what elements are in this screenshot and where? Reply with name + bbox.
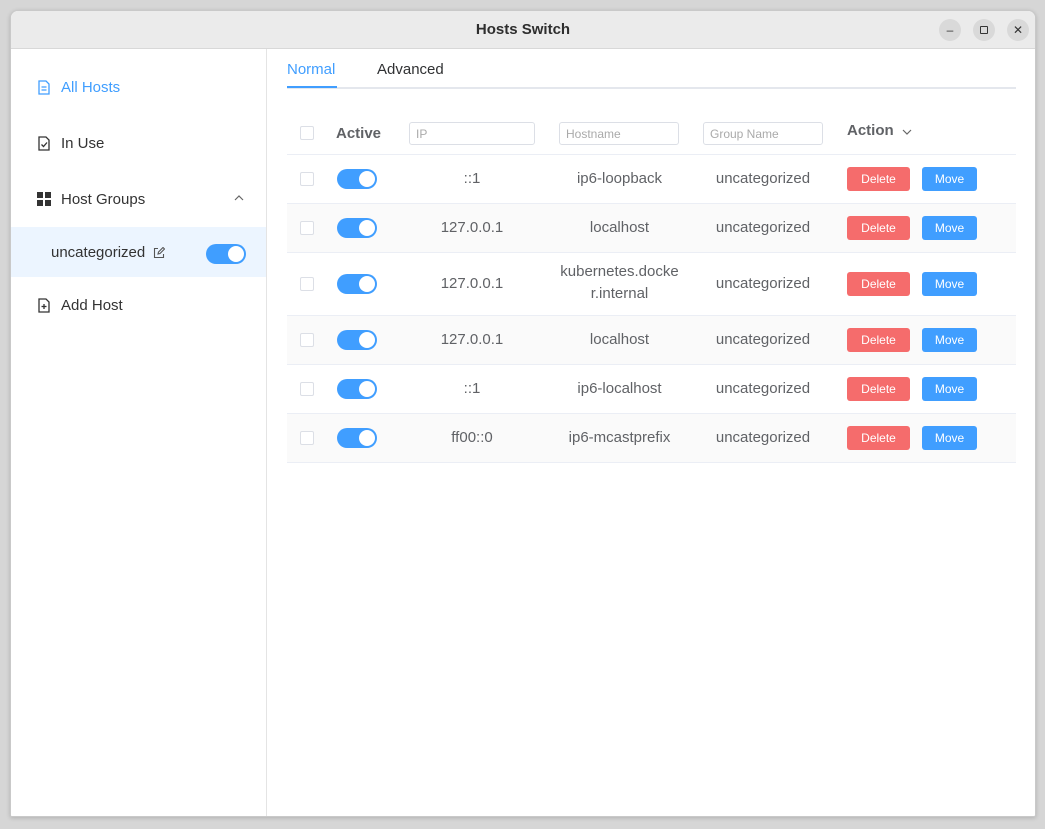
active-toggle[interactable] — [337, 428, 377, 448]
table-row: ff00::0 ip6-mcastprefix uncategorized De… — [287, 414, 1016, 463]
table-row: 127.0.0.1 localhost uncategorized Delete… — [287, 316, 1016, 365]
delete-button[interactable]: Delete — [847, 167, 910, 191]
group-label: uncategorized — [51, 243, 146, 261]
group-cell: uncategorized — [715, 429, 811, 446]
app-window: Hosts Switch – ✕ All Hosts In Use Host G… — [10, 10, 1036, 817]
table-header: Active IP Hostname Group Name Action — [287, 109, 1016, 155]
ip-cell: 127.0.0.1 — [440, 275, 504, 292]
active-toggle[interactable] — [337, 218, 377, 238]
sidebar-item-in-use[interactable]: In Use — [11, 118, 266, 168]
active-toggle[interactable] — [337, 274, 377, 294]
move-button[interactable]: Move — [922, 216, 977, 240]
maximize-button[interactable] — [973, 19, 995, 41]
move-button[interactable]: Move — [922, 328, 977, 352]
close-icon: ✕ — [1012, 23, 1024, 37]
main-panel: Normal Advanced Active IP Hostname Group… — [287, 49, 1016, 816]
chevron-up-icon[interactable] — [234, 192, 244, 204]
group-cell: uncategorized — [715, 275, 811, 292]
row-checkbox[interactable] — [300, 333, 314, 347]
group-cell: uncategorized — [715, 331, 811, 348]
tab-bar: Normal Advanced — [287, 49, 1016, 89]
table-row: 127.0.0.1 kubernetes.docke r.internal un… — [287, 253, 1016, 316]
row-checkbox[interactable] — [300, 221, 314, 235]
ip-cell: 127.0.0.1 — [440, 331, 504, 348]
table-row: ::1 ip6-loopback uncategorized Delete Mo… — [287, 155, 1016, 204]
document-icon — [36, 79, 51, 95]
document-check-icon — [36, 135, 51, 151]
sidebar-item-all-hosts[interactable]: All Hosts — [11, 62, 266, 112]
move-button[interactable]: Move — [922, 167, 977, 191]
delete-button[interactable]: Delete — [847, 272, 910, 296]
group-filter-input[interactable]: Group Name — [703, 122, 823, 145]
window-title: Hosts Switch — [475, 21, 571, 38]
delete-button[interactable]: Delete — [847, 216, 910, 240]
group-cell: uncategorized — [715, 219, 811, 236]
hostname-cell-line-2: r.internal — [590, 285, 649, 302]
delete-button[interactable]: Delete — [847, 426, 910, 450]
sidebar-item-label: All Hosts — [61, 78, 121, 96]
title-bar: Hosts Switch – ✕ — [11, 11, 1035, 49]
delete-button[interactable]: Delete — [847, 377, 910, 401]
column-header-active: Active — [336, 125, 382, 142]
active-toggle[interactable] — [337, 379, 377, 399]
minimize-icon: – — [946, 23, 954, 37]
row-checkbox[interactable] — [300, 277, 314, 291]
delete-button[interactable]: Delete — [847, 328, 910, 352]
sidebar-group-uncategorized[interactable]: uncategorized — [11, 227, 266, 277]
hostname-cell: localhost — [589, 331, 650, 348]
group-cell: uncategorized — [715, 380, 811, 397]
move-button[interactable]: Move — [922, 272, 977, 296]
hostname-cell: localhost — [589, 219, 650, 236]
move-button[interactable]: Move — [922, 377, 977, 401]
row-checkbox[interactable] — [300, 431, 314, 445]
ip-cell: 127.0.0.1 — [440, 219, 504, 236]
sidebar-item-add-host[interactable]: Add Host — [11, 280, 266, 330]
grid-icon — [36, 192, 51, 207]
action-label: Action — [847, 122, 894, 139]
table-row: ::1 ip6-localhost uncategorized Delete M… — [287, 365, 1016, 414]
minimize-button[interactable]: – — [939, 19, 961, 41]
select-all-checkbox[interactable] — [300, 126, 314, 140]
active-toggle[interactable] — [337, 330, 377, 350]
ip-filter-input[interactable]: IP — [409, 122, 535, 145]
ip-cell: ff00::0 — [451, 429, 493, 446]
sidebar-item-label: In Use — [61, 134, 105, 152]
active-toggle[interactable] — [337, 169, 377, 189]
table-row: 127.0.0.1 localhost uncategorized Delete… — [287, 204, 1016, 253]
ip-cell: ::1 — [463, 380, 481, 397]
tab-normal[interactable]: Normal — [287, 61, 335, 78]
ip-cell: ::1 — [463, 170, 481, 187]
sidebar-item-host-groups[interactable]: Host Groups — [11, 174, 266, 224]
move-button[interactable]: Move — [922, 426, 977, 450]
hostname-filter-input[interactable]: Hostname — [559, 122, 679, 145]
hostname-cell: ip6-mcastprefix — [568, 429, 671, 446]
hostname-cell-line-1: kubernetes.docke — [560, 263, 679, 280]
active-tab-indicator — [287, 86, 337, 88]
document-add-icon — [36, 297, 51, 313]
sidebar-item-label: Add Host — [61, 296, 123, 314]
row-checkbox[interactable] — [300, 172, 314, 186]
close-button[interactable]: ✕ — [1007, 19, 1029, 41]
sidebar-item-label: Host Groups — [61, 190, 146, 208]
group-toggle[interactable] — [206, 244, 246, 264]
group-cell: uncategorized — [715, 170, 811, 187]
maximize-icon — [980, 25, 988, 34]
edit-icon[interactable] — [153, 246, 166, 259]
hostname-cell: ip6-loopback — [576, 170, 663, 187]
row-checkbox[interactable] — [300, 382, 314, 396]
chevron-down-icon — [902, 126, 912, 138]
hostname-cell: ip6-localhost — [577, 380, 662, 397]
sidebar: All Hosts In Use Host Groups uncategoriz… — [11, 49, 267, 816]
column-header-action[interactable]: Action — [847, 122, 912, 139]
tab-advanced[interactable]: Advanced — [377, 61, 444, 78]
